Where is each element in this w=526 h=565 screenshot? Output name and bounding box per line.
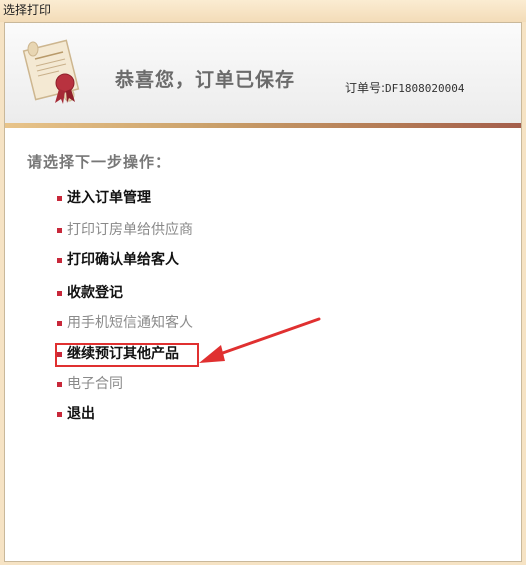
order-number-label: 订单号: (345, 81, 386, 95)
menu-item-print-supplier-booking[interactable]: 打印订房单给供应商 (57, 221, 193, 239)
dialog-frame: 恭喜您，订单已保存 订单号:DF1808020004 请选择下一步操作： 进入订… (4, 22, 522, 562)
window-title: 选择打印 (3, 3, 52, 17)
menu-item-sms-notify-customer[interactable]: 用手机短信通知客人 (57, 314, 193, 332)
success-message: 恭喜您，订单已保存 (115, 69, 296, 91)
menu-item-order-management[interactable]: 进入订单管理 (57, 189, 151, 207)
annotation-highlight-box (55, 343, 199, 367)
annotation-arrow-icon (199, 317, 321, 363)
next-step-prompt: 请选择下一步操作： (27, 153, 172, 171)
window-titlebar: 选择打印 (0, 0, 526, 22)
menu-item-e-contract[interactable]: 电子合同 (57, 375, 123, 393)
header-divider (5, 123, 521, 128)
certificate-icon (22, 39, 80, 104)
menu-item-print-customer-confirmation[interactable]: 打印确认单给客人 (57, 251, 179, 269)
menu-item-payment-registration[interactable]: 收款登记 (57, 284, 123, 302)
order-number: 订单号:DF1808020004 (345, 79, 465, 96)
header: 恭喜您，订单已保存 订单号:DF1808020004 (5, 23, 521, 123)
menu-item-exit[interactable]: 退出 (57, 405, 95, 423)
order-number-value: DF1808020004 (385, 82, 465, 95)
